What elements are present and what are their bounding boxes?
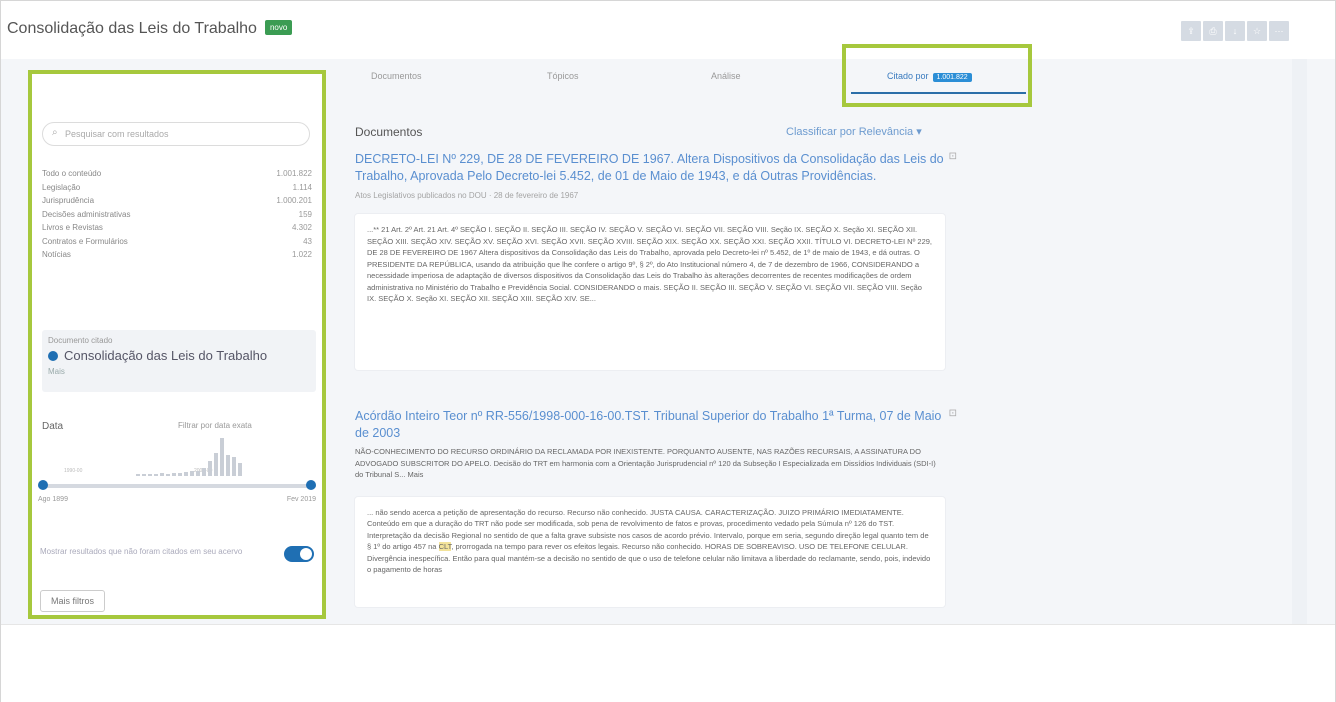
histogram-bar xyxy=(196,471,200,476)
histogram-bar xyxy=(190,471,194,476)
result-meta: Atos Legislativos publicados no DOU · 28… xyxy=(355,191,579,200)
bookmark-icon[interactable]: ☆ xyxy=(1247,21,1267,41)
radio-selected-icon[interactable] xyxy=(48,350,58,361)
sort-dropdown[interactable]: Classificar por Relevância ▾ xyxy=(786,125,922,138)
histogram-bar xyxy=(202,468,206,476)
more-filters-button[interactable]: Mais filtros xyxy=(40,590,106,612)
facet-label: Legislação xyxy=(42,182,81,192)
search-placeholder: Pesquisar com resultados xyxy=(65,129,169,139)
facet-item[interactable]: Notícias 1.022 xyxy=(42,248,312,262)
uncited-toggle-label: Mostrar resultados que não foram citados… xyxy=(40,547,243,556)
histogram-bar xyxy=(214,453,218,476)
slider-max-label: Fev 2019 xyxy=(286,496,316,503)
download-icon[interactable]: ↓ xyxy=(1225,21,1245,41)
histogram-label: 1990-00 xyxy=(64,468,83,474)
histogram-bar xyxy=(172,473,176,476)
facet-item[interactable]: Legislação 1.114 xyxy=(42,181,312,195)
date-range-slider[interactable] xyxy=(38,480,316,490)
search-icon: ⌕ xyxy=(52,127,58,138)
histogram-bar xyxy=(178,473,182,476)
histogram-bar xyxy=(226,455,230,476)
date-filter-label: Data xyxy=(42,421,64,432)
app-window: Consolidação das Leis do Trabalho novo ⇪ … xyxy=(0,0,1336,702)
result-snippet: ...** 21 Art. 2º Art. 21 Art. 4º SEÇÃO I… xyxy=(355,214,945,370)
slider-min-handle[interactable] xyxy=(38,480,48,490)
page-title-text: Consolidação das Leis do Trabalho xyxy=(7,20,257,37)
histogram-bar xyxy=(238,463,242,476)
more-icon[interactable]: ⋯ xyxy=(1269,21,1289,41)
facet-label: Jurisprudência xyxy=(42,196,95,205)
slider-min-label: Ago 1899 xyxy=(38,496,68,503)
share-icon[interactable]: ⇪ xyxy=(1181,21,1201,41)
snippet-highlight: CLT xyxy=(438,542,452,551)
filter-sidebar: ⌕ Pesquisar com resultados Todo o conteú… xyxy=(32,74,322,615)
facet-count: 1.022 xyxy=(291,250,312,259)
histogram-bar xyxy=(166,474,170,476)
uncited-toggle[interactable] xyxy=(284,546,314,562)
scrollbar[interactable] xyxy=(1292,59,1307,624)
facet-item[interactable]: Todo o conteúdo 1.001.822 xyxy=(42,167,312,181)
result-snippet: ... não sendo acerca a petição de aprese… xyxy=(355,496,945,607)
result-title-link[interactable]: DECRETO-LEI Nº 229, DE 28 DE FEVEREIRO D… xyxy=(355,151,945,185)
facet-count: 4.302 xyxy=(291,223,312,232)
histogram-bar xyxy=(184,472,188,476)
result-item: Acórdão Inteiro Teor nº RR-556/1998-000-… xyxy=(355,408,957,607)
search-input[interactable]: ⌕ Pesquisar com resultados xyxy=(42,122,310,146)
bookmark-icon[interactable]: ⊡ xyxy=(949,408,957,419)
content-type-facets: Todo o conteúdo 1.001.822 Legislação 1.114… xyxy=(42,167,312,262)
results-heading: Documentos xyxy=(355,125,423,139)
facet-item[interactable]: Livros e Revistas 4.302 xyxy=(42,221,312,235)
facet-label: Contratos e Formulários xyxy=(42,236,128,246)
bookmark-icon[interactable]: ⊡ xyxy=(949,151,957,162)
facet-label: Notícias xyxy=(42,250,71,259)
histogram-bar xyxy=(208,461,212,476)
histogram-bar xyxy=(232,457,236,476)
cited-document-option[interactable]: Consolidação das Leis do Trabalho xyxy=(48,348,310,363)
tab-bar: Documentos Tópicos Análise Citado por 1.0… xyxy=(331,61,1031,99)
facet-label: Todo o conteúdo xyxy=(42,169,102,178)
histogram-bar xyxy=(148,474,152,476)
facet-item[interactable]: Contratos e Formulários 43 xyxy=(42,235,312,249)
facet-count: 1.000.201 xyxy=(276,196,312,205)
date-histogram: 1990-00 2000-00 xyxy=(46,436,306,476)
facet-count: 1.114 xyxy=(292,182,312,192)
slider-max-handle[interactable] xyxy=(306,480,316,490)
histogram-bar xyxy=(160,473,164,476)
histogram-bar xyxy=(136,474,140,476)
cited-document-subtitle: Documento citado xyxy=(48,336,113,345)
facet-label: Livros e Revistas xyxy=(42,223,103,232)
facet-count: 43 xyxy=(303,236,312,246)
title-badge: novo xyxy=(264,20,293,35)
facet-item[interactable]: Decisões administrativas 159 xyxy=(42,208,312,222)
result-title-link[interactable]: Acórdão Inteiro Teor nº RR-556/1998-000-… xyxy=(355,408,945,442)
print-icon[interactable]: ⎙ xyxy=(1203,21,1223,41)
facet-count: 159 xyxy=(298,209,312,219)
histogram-bar xyxy=(154,474,158,476)
facet-label: Decisões administrativas xyxy=(42,209,131,219)
snippet-text: , prorrogada na tempo para rever os efei… xyxy=(367,542,931,574)
active-tab-indicator xyxy=(851,92,1026,94)
page-title: Consolidação das Leis do Trabalho novo xyxy=(7,20,293,38)
histogram-bar xyxy=(142,474,146,476)
bottom-blank-area xyxy=(1,624,1335,702)
tab-topics[interactable]: Tópicos xyxy=(547,71,579,81)
top-bar: Consolidação das Leis do Trabalho novo ⇪ … xyxy=(1,1,1335,59)
tab-cited-by-label: Citado por xyxy=(887,71,929,81)
result-item: DECRETO-LEI Nº 229, DE 28 DE FEVEREIRO D… xyxy=(355,151,957,370)
cited-document-name: Consolidação das Leis do Trabalho xyxy=(64,348,268,363)
toggle-knob xyxy=(300,548,312,560)
cited-document-more-link[interactable]: Mais xyxy=(48,367,310,376)
tab-documents[interactable]: Documentos xyxy=(371,71,422,81)
exact-date-link[interactable]: Filtrar por data exata xyxy=(178,421,252,430)
histogram-bar xyxy=(220,438,224,476)
result-summary: NÃO-CONHECIMENTO DO RECURSO ORDINÁRIO DA… xyxy=(355,447,936,479)
tab-cited-by[interactable]: Citado por 1.001.822 xyxy=(887,71,972,82)
tab-analysis[interactable]: Análise xyxy=(711,71,741,81)
facet-item[interactable]: Jurisprudência 1.000.201 xyxy=(42,194,312,208)
facet-count: 1.001.822 xyxy=(276,169,312,178)
cited-document-box: Documento citado Consolidação das Leis d… xyxy=(42,330,316,392)
tab-count-badge: 1.001.822 xyxy=(932,73,972,82)
toolbar: ⇪ ⎙ ↓ ☆ ⋯ xyxy=(1179,21,1289,41)
